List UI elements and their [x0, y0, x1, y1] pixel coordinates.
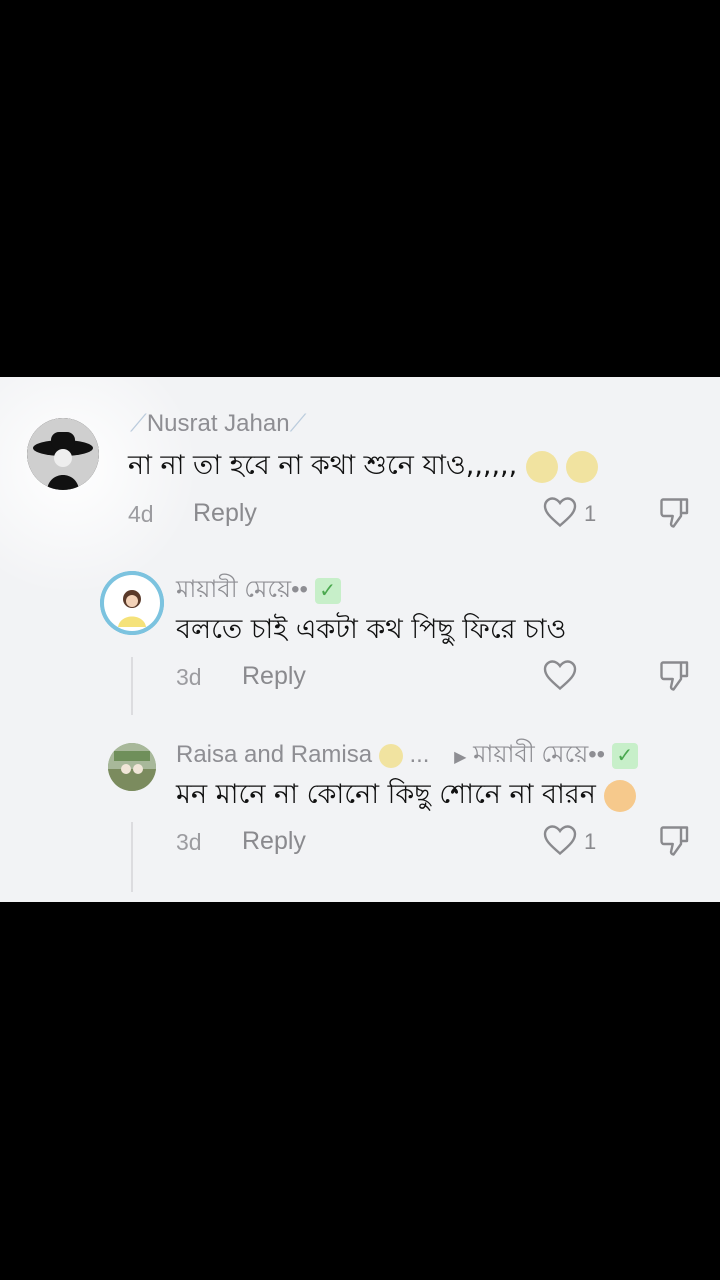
dislike-button[interactable] [657, 495, 697, 535]
comment-time: 3d [176, 664, 202, 690]
like-count: 1 [584, 501, 597, 526]
comment-time: 4d [128, 501, 154, 527]
like-button[interactable] [542, 658, 612, 698]
avatar[interactable] [108, 743, 156, 791]
like-button[interactable]: 1 [542, 495, 612, 535]
emoji-icon [378, 743, 403, 768]
reply-button[interactable]: Reply [242, 827, 306, 856]
thread-line [131, 657, 133, 715]
emoji-icon [566, 450, 599, 483]
comment-text: মন মানে না কোনো কিছু শোনে না বারন [176, 774, 637, 819]
like-count: 1 [584, 829, 597, 854]
dislike-button[interactable] [657, 823, 697, 863]
emoji-icon [525, 450, 558, 483]
comment-item: মায়াবী মেয়ে•• ✓ বলতে চাই একটা কথ পিছু … [0, 557, 720, 717]
reply-button[interactable]: Reply [242, 662, 306, 691]
comment-item: Raisa and Ramisa ... ▶ মায়াবী মেয়ে•• ✓… [0, 722, 720, 892]
heart-icon [543, 660, 577, 691]
comment-author[interactable]: ⟋Nusrat Jahan⟋ [130, 410, 306, 438]
comment-author[interactable]: Raisa and Ramisa ... ▶ মায়াবী মেয়ে•• ✓ [176, 736, 638, 776]
heart-icon [543, 497, 577, 528]
comment-text: না না তা হবে না কথা শুনে যাও,,,,,, [128, 445, 599, 490]
comment-text: বলতে চাই একটা কথ পিছু ফিরে চাও [176, 614, 567, 645]
reply-button[interactable]: Reply [193, 499, 257, 528]
dislike-icon [660, 826, 689, 856]
thread-line [131, 822, 133, 892]
comment-author[interactable]: মায়াবী মেয়ে•• ✓ [176, 571, 341, 611]
smiling-face-hearts-icon [604, 779, 637, 812]
pen-icon: ⟋ [130, 410, 147, 437]
comments-panel: ⟋Nusrat Jahan⟋ না না তা হবে না কথা শুনে … [0, 377, 720, 902]
avatar-image [27, 418, 99, 490]
avatar[interactable] [27, 418, 99, 490]
avatar-image [100, 571, 164, 635]
pen-icon: ⟋ [289, 410, 307, 437]
dislike-icon [660, 661, 689, 691]
verified-icon: ✓ [611, 742, 638, 769]
avatar-image [108, 743, 156, 791]
heart-icon [543, 825, 577, 856]
avatar[interactable] [100, 571, 164, 635]
dislike-icon [660, 498, 689, 528]
like-button[interactable]: 1 [542, 823, 612, 863]
comment-item: ⟋Nusrat Jahan⟋ না না তা হবে না কথা শুনে … [0, 377, 720, 537]
comment-time: 3d [176, 829, 202, 855]
reply-arrow-icon: ▶ [454, 749, 467, 766]
dislike-button[interactable] [657, 658, 697, 698]
verified-icon: ✓ [314, 577, 341, 604]
